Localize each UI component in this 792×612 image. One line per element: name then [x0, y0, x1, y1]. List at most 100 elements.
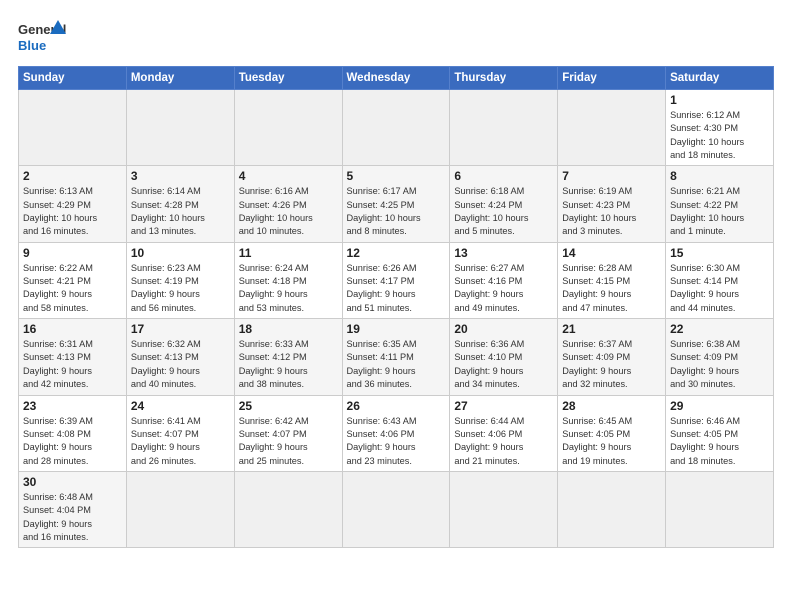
- day-cell: 12 Sunrise: 6:26 AM Sunset: 4:17 PM Dayli…: [342, 242, 450, 318]
- day-info: Sunrise: 6:22 AM Sunset: 4:21 PM Dayligh…: [23, 262, 122, 315]
- weekday-header-row: SundayMondayTuesdayWednesdayThursdayFrid…: [19, 67, 774, 90]
- day-info: Sunrise: 6:39 AM Sunset: 4:08 PM Dayligh…: [23, 415, 122, 468]
- header: GeneralBlue: [18, 18, 774, 56]
- day-info: Sunrise: 6:36 AM Sunset: 4:10 PM Dayligh…: [454, 338, 553, 391]
- day-number: 2: [23, 169, 122, 183]
- day-info: Sunrise: 6:17 AM Sunset: 4:25 PM Dayligh…: [347, 185, 446, 238]
- day-cell: [666, 471, 774, 547]
- day-info: Sunrise: 6:45 AM Sunset: 4:05 PM Dayligh…: [562, 415, 661, 468]
- day-cell: 3Sunrise: 6:14 AM Sunset: 4:28 PM Daylig…: [126, 166, 234, 242]
- day-cell: 4Sunrise: 6:16 AM Sunset: 4:26 PM Daylig…: [234, 166, 342, 242]
- day-cell: [450, 471, 558, 547]
- day-cell: 5 Sunrise: 6:17 AM Sunset: 4:25 PM Daylig…: [342, 166, 450, 242]
- week-row-2: 2 Sunrise: 6:13 AM Sunset: 4:29 PM Daylig…: [19, 166, 774, 242]
- day-cell: 10 Sunrise: 6:23 AM Sunset: 4:19 PM Dayli…: [126, 242, 234, 318]
- day-number: 7: [562, 169, 661, 183]
- day-cell: 14 Sunrise: 6:28 AM Sunset: 4:15 PM Dayli…: [558, 242, 666, 318]
- day-cell: 17Sunrise: 6:32 AM Sunset: 4:13 PM Dayli…: [126, 319, 234, 395]
- day-number: 29: [670, 399, 769, 413]
- day-cell: 26Sunrise: 6:43 AM Sunset: 4:06 PM Dayli…: [342, 395, 450, 471]
- logo: GeneralBlue: [18, 18, 68, 56]
- day-number: 5: [347, 169, 446, 183]
- day-number: 6: [454, 169, 553, 183]
- day-info: Sunrise: 6:12 AM Sunset: 4:30 PM Dayligh…: [670, 109, 769, 162]
- week-row-3: 9 Sunrise: 6:22 AM Sunset: 4:21 PM Daylig…: [19, 242, 774, 318]
- day-cell: 7 Sunrise: 6:19 AM Sunset: 4:23 PM Daylig…: [558, 166, 666, 242]
- day-number: 13: [454, 246, 553, 260]
- weekday-header-sunday: Sunday: [19, 67, 127, 90]
- day-info: Sunrise: 6:19 AM Sunset: 4:23 PM Dayligh…: [562, 185, 661, 238]
- day-cell: [558, 471, 666, 547]
- day-cell: 1 Sunrise: 6:12 AM Sunset: 4:30 PM Daylig…: [666, 90, 774, 166]
- day-info: Sunrise: 6:23 AM Sunset: 4:19 PM Dayligh…: [131, 262, 230, 315]
- day-info: Sunrise: 6:48 AM Sunset: 4:04 PM Dayligh…: [23, 491, 122, 544]
- day-info: Sunrise: 6:46 AM Sunset: 4:05 PM Dayligh…: [670, 415, 769, 468]
- day-cell: [558, 90, 666, 166]
- week-row-5: 23 Sunrise: 6:39 AM Sunset: 4:08 PM Dayli…: [19, 395, 774, 471]
- day-info: Sunrise: 6:26 AM Sunset: 4:17 PM Dayligh…: [347, 262, 446, 315]
- day-info: Sunrise: 6:13 AM Sunset: 4:29 PM Dayligh…: [23, 185, 122, 238]
- day-cell: 19 Sunrise: 6:35 AM Sunset: 4:11 PM Dayli…: [342, 319, 450, 395]
- day-cell: [450, 90, 558, 166]
- day-cell: 11Sunrise: 6:24 AM Sunset: 4:18 PM Dayli…: [234, 242, 342, 318]
- day-info: Sunrise: 6:21 AM Sunset: 4:22 PM Dayligh…: [670, 185, 769, 238]
- day-number: 24: [131, 399, 230, 413]
- day-info: Sunrise: 6:33 AM Sunset: 4:12 PM Dayligh…: [239, 338, 338, 391]
- day-info: Sunrise: 6:27 AM Sunset: 4:16 PM Dayligh…: [454, 262, 553, 315]
- day-number: 9: [23, 246, 122, 260]
- day-cell: 15 Sunrise: 6:30 AM Sunset: 4:14 PM Dayli…: [666, 242, 774, 318]
- day-cell: 6Sunrise: 6:18 AM Sunset: 4:24 PM Daylig…: [450, 166, 558, 242]
- day-info: Sunrise: 6:42 AM Sunset: 4:07 PM Dayligh…: [239, 415, 338, 468]
- day-info: Sunrise: 6:44 AM Sunset: 4:06 PM Dayligh…: [454, 415, 553, 468]
- day-number: 8: [670, 169, 769, 183]
- day-info: Sunrise: 6:16 AM Sunset: 4:26 PM Dayligh…: [239, 185, 338, 238]
- day-info: Sunrise: 6:31 AM Sunset: 4:13 PM Dayligh…: [23, 338, 122, 391]
- day-number: 1: [670, 93, 769, 107]
- week-row-1: 1 Sunrise: 6:12 AM Sunset: 4:30 PM Daylig…: [19, 90, 774, 166]
- day-number: 25: [239, 399, 338, 413]
- day-cell: [234, 90, 342, 166]
- day-number: 30: [23, 475, 122, 489]
- day-cell: 24 Sunrise: 6:41 AM Sunset: 4:07 PM Dayli…: [126, 395, 234, 471]
- generalblue-logo-icon: GeneralBlue: [18, 18, 68, 56]
- day-cell: 16 Sunrise: 6:31 AM Sunset: 4:13 PM Dayli…: [19, 319, 127, 395]
- day-info: Sunrise: 6:28 AM Sunset: 4:15 PM Dayligh…: [562, 262, 661, 315]
- day-cell: 2 Sunrise: 6:13 AM Sunset: 4:29 PM Daylig…: [19, 166, 127, 242]
- weekday-header-tuesday: Tuesday: [234, 67, 342, 90]
- day-info: Sunrise: 6:30 AM Sunset: 4:14 PM Dayligh…: [670, 262, 769, 315]
- day-number: 17: [131, 322, 230, 336]
- day-number: 15: [670, 246, 769, 260]
- day-cell: 8 Sunrise: 6:21 AM Sunset: 4:22 PM Daylig…: [666, 166, 774, 242]
- day-info: Sunrise: 6:35 AM Sunset: 4:11 PM Dayligh…: [347, 338, 446, 391]
- day-cell: 20 Sunrise: 6:36 AM Sunset: 4:10 PM Dayli…: [450, 319, 558, 395]
- day-number: 18: [239, 322, 338, 336]
- weekday-header-monday: Monday: [126, 67, 234, 90]
- day-cell: 28 Sunrise: 6:45 AM Sunset: 4:05 PM Dayli…: [558, 395, 666, 471]
- day-number: 19: [347, 322, 446, 336]
- day-cell: [126, 471, 234, 547]
- week-row-6: 30 Sunrise: 6:48 AM Sunset: 4:04 PM Dayli…: [19, 471, 774, 547]
- day-number: 27: [454, 399, 553, 413]
- day-cell: [234, 471, 342, 547]
- day-number: 23: [23, 399, 122, 413]
- day-number: 20: [454, 322, 553, 336]
- day-info: Sunrise: 6:41 AM Sunset: 4:07 PM Dayligh…: [131, 415, 230, 468]
- day-number: 14: [562, 246, 661, 260]
- day-cell: [342, 90, 450, 166]
- day-number: 28: [562, 399, 661, 413]
- day-number: 21: [562, 322, 661, 336]
- weekday-header-wednesday: Wednesday: [342, 67, 450, 90]
- week-row-4: 16 Sunrise: 6:31 AM Sunset: 4:13 PM Dayli…: [19, 319, 774, 395]
- day-number: 12: [347, 246, 446, 260]
- day-info: Sunrise: 6:24 AM Sunset: 4:18 PM Dayligh…: [239, 262, 338, 315]
- day-number: 16: [23, 322, 122, 336]
- weekday-header-thursday: Thursday: [450, 67, 558, 90]
- day-cell: 27 Sunrise: 6:44 AM Sunset: 4:06 PM Dayli…: [450, 395, 558, 471]
- day-number: 10: [131, 246, 230, 260]
- day-number: 3: [131, 169, 230, 183]
- day-cell: 21Sunrise: 6:37 AM Sunset: 4:09 PM Dayli…: [558, 319, 666, 395]
- svg-text:Blue: Blue: [18, 38, 46, 53]
- day-cell: 29 Sunrise: 6:46 AM Sunset: 4:05 PM Dayli…: [666, 395, 774, 471]
- calendar-page: GeneralBlue SundayMondayTuesdayWednesday…: [0, 0, 792, 612]
- day-cell: [342, 471, 450, 547]
